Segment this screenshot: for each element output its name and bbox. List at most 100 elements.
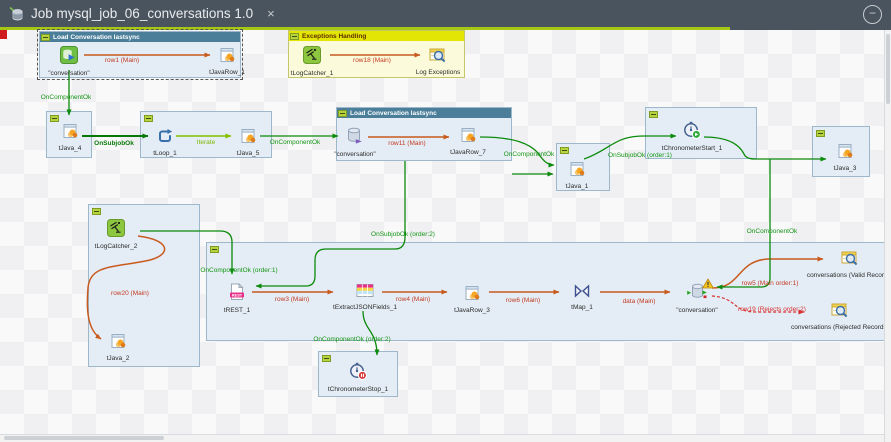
subjob-header[interactable]: Load Conversation lastsync — [337, 108, 511, 118]
component-label: tJavaRow_1 — [209, 69, 245, 77]
editor-tab-job[interactable]: Job mysql_job_06_conversations 1.0 × — [0, 0, 730, 30]
component-label: tLoop_1 — [153, 150, 177, 158]
collapse-icon[interactable] — [50, 115, 59, 122]
component-textractjsonfields-1[interactable]: tExtractJSONFields_1 — [320, 283, 410, 312]
tab-title: Job mysql_job_06_conversations 1.0 — [31, 6, 253, 21]
loop-icon — [157, 128, 173, 149]
component-label: tExtractJSONFields_1 — [333, 304, 397, 312]
horizontal-scrollbar-thumb[interactable] — [4, 436, 164, 440]
collapse-icon[interactable] — [322, 355, 331, 362]
tjava-icon — [836, 143, 854, 164]
component-conversation-source-2[interactable]: "conversation" — [310, 127, 400, 159]
component-label: conversations (Valid Records) — [807, 272, 891, 280]
job-design-canvas[interactable]: Load Conversation lastsync Exceptions Ha… — [0, 30, 884, 434]
collapse-icon[interactable] — [560, 147, 569, 154]
component-conversation-output[interactable]: "conversation" — [652, 283, 742, 315]
tjava-icon — [109, 333, 127, 354]
link-label: row18 (Main) — [353, 57, 391, 64]
collapse-icon[interactable] — [210, 246, 219, 253]
link-label: OnSubjobOk (order:1) — [608, 152, 672, 159]
collapse-icon[interactable] — [290, 33, 299, 40]
horizontal-scrollbar[interactable] — [0, 434, 884, 442]
component-tjava-2[interactable]: tJava_2 — [73, 333, 163, 363]
component-tjavarow-7[interactable]: tJavaRow_7 — [423, 127, 513, 157]
tjava-icon — [218, 47, 236, 68]
component-label: tChronometerStop_1 — [328, 386, 388, 394]
component-label: tJavaRow_3 — [454, 307, 490, 315]
component-tlogcatcher-1[interactable]: tLogCatcher_1 — [267, 46, 357, 78]
db-cylinder-icon — [347, 127, 363, 150]
subjob-header[interactable]: Exceptions Handling — [289, 31, 464, 41]
tjava-icon — [239, 128, 257, 149]
component-label: tLogCatcher_2 — [95, 243, 138, 251]
tjava-icon — [568, 161, 586, 182]
component-label: tJava_4 — [59, 145, 82, 153]
link-label: OnComponentOk (order:2) — [313, 336, 390, 343]
component-label: tJava_5 — [237, 150, 260, 158]
logrow-magnifier-icon — [831, 302, 849, 323]
minimize-icon[interactable]: − — [863, 5, 882, 24]
component-label: tJava_1 — [566, 183, 589, 191]
component-tchronometerstop-1[interactable]: tChronometerStop_1 — [313, 362, 403, 394]
subjob-title: Load Conversation lastsync — [53, 34, 140, 41]
component-label: "conversation" — [676, 307, 717, 315]
link-label: OnComponentOk — [41, 94, 92, 101]
collapse-icon[interactable] — [92, 208, 101, 215]
logrow-magnifier-icon — [841, 250, 859, 271]
db-input-green-icon — [60, 46, 78, 69]
component-label: tJava_3 — [834, 165, 857, 173]
component-tjava-3[interactable]: tJava_3 — [800, 143, 890, 173]
logrow-magnifier-icon — [429, 47, 447, 68]
component-tloop-1[interactable]: tLoop_1 — [120, 128, 210, 158]
component-label: tREST_1 — [224, 307, 250, 315]
collapse-icon[interactable] — [649, 111, 658, 118]
logcatcher-icon — [303, 46, 321, 69]
job-icon — [9, 6, 25, 22]
link-label: OnSubjobOk (order:2) — [371, 231, 435, 238]
component-conversation-source-1[interactable]: "conversation" — [24, 46, 114, 78]
vertical-scrollbar-thumb[interactable] — [886, 34, 890, 104]
component-label: tMap_1 — [571, 304, 593, 312]
talend-designer-window: REST Job m — [0, 0, 891, 442]
link-label: OnComponentOk — [747, 228, 798, 235]
component-tjava-5[interactable]: tJava_5 — [203, 128, 293, 158]
component-label: tJavaRow_7 — [450, 149, 486, 157]
link-label: row20 (Main) — [111, 290, 149, 297]
component-label: "conversation" — [48, 70, 89, 78]
subjob-header[interactable]: Load Conversation lastsync — [40, 32, 240, 42]
collapse-icon[interactable] — [816, 130, 825, 137]
tmap-icon — [574, 284, 590, 303]
extract-json-icon — [356, 283, 374, 303]
component-tchronometerstart-1[interactable]: tChronometerStart_1 — [647, 121, 737, 153]
component-tmap-1[interactable]: tMap_1 — [537, 284, 627, 312]
component-conversations-valid[interactable]: conversations (Valid Records) — [795, 250, 891, 280]
collapse-icon[interactable] — [144, 115, 153, 122]
component-conversations-rejected[interactable]: conversations (Rejected Records) — [785, 302, 891, 332]
link-label: data (Main) — [623, 298, 656, 305]
subjob-title: Load Conversation lastsync — [350, 110, 437, 117]
link-label: OnComponentOk (order:1) — [200, 267, 277, 274]
collapse-icon[interactable] — [338, 110, 347, 117]
component-label: "conversation" — [334, 151, 375, 159]
tjava-icon — [459, 127, 477, 148]
component-tlogcatcher-2[interactable]: tLogCatcher_2 — [71, 219, 161, 251]
component-log-exceptions[interactable]: Log Exceptions — [393, 47, 483, 77]
close-icon[interactable]: × — [267, 6, 275, 21]
component-tjava-1[interactable]: tJava_1 — [532, 161, 622, 191]
chronometer-stop-icon — [349, 362, 367, 385]
component-label: tLogCatcher_1 — [291, 70, 334, 78]
link-label: row5 (Main order:1) — [742, 280, 799, 287]
tjava-icon — [463, 285, 481, 306]
component-trest-1[interactable]: tREST_1 — [192, 283, 282, 315]
component-tjavarow-1[interactable]: tJavaRow_1 — [182, 47, 272, 77]
rest-icon — [229, 283, 245, 306]
logcatcher-icon — [107, 219, 125, 242]
component-tjava-4[interactable]: tJava_4 — [25, 123, 115, 153]
component-label: conversations (Rejected Records) — [791, 324, 889, 332]
subjob-title: Exceptions Handling — [302, 33, 366, 40]
collapse-icon[interactable] — [41, 34, 50, 41]
error-marker — [0, 30, 7, 39]
vertical-scrollbar[interactable] — [884, 30, 891, 442]
component-tjavarow-3[interactable]: tJavaRow_3 — [427, 285, 517, 315]
component-label: tChronometerStart_1 — [662, 145, 723, 153]
